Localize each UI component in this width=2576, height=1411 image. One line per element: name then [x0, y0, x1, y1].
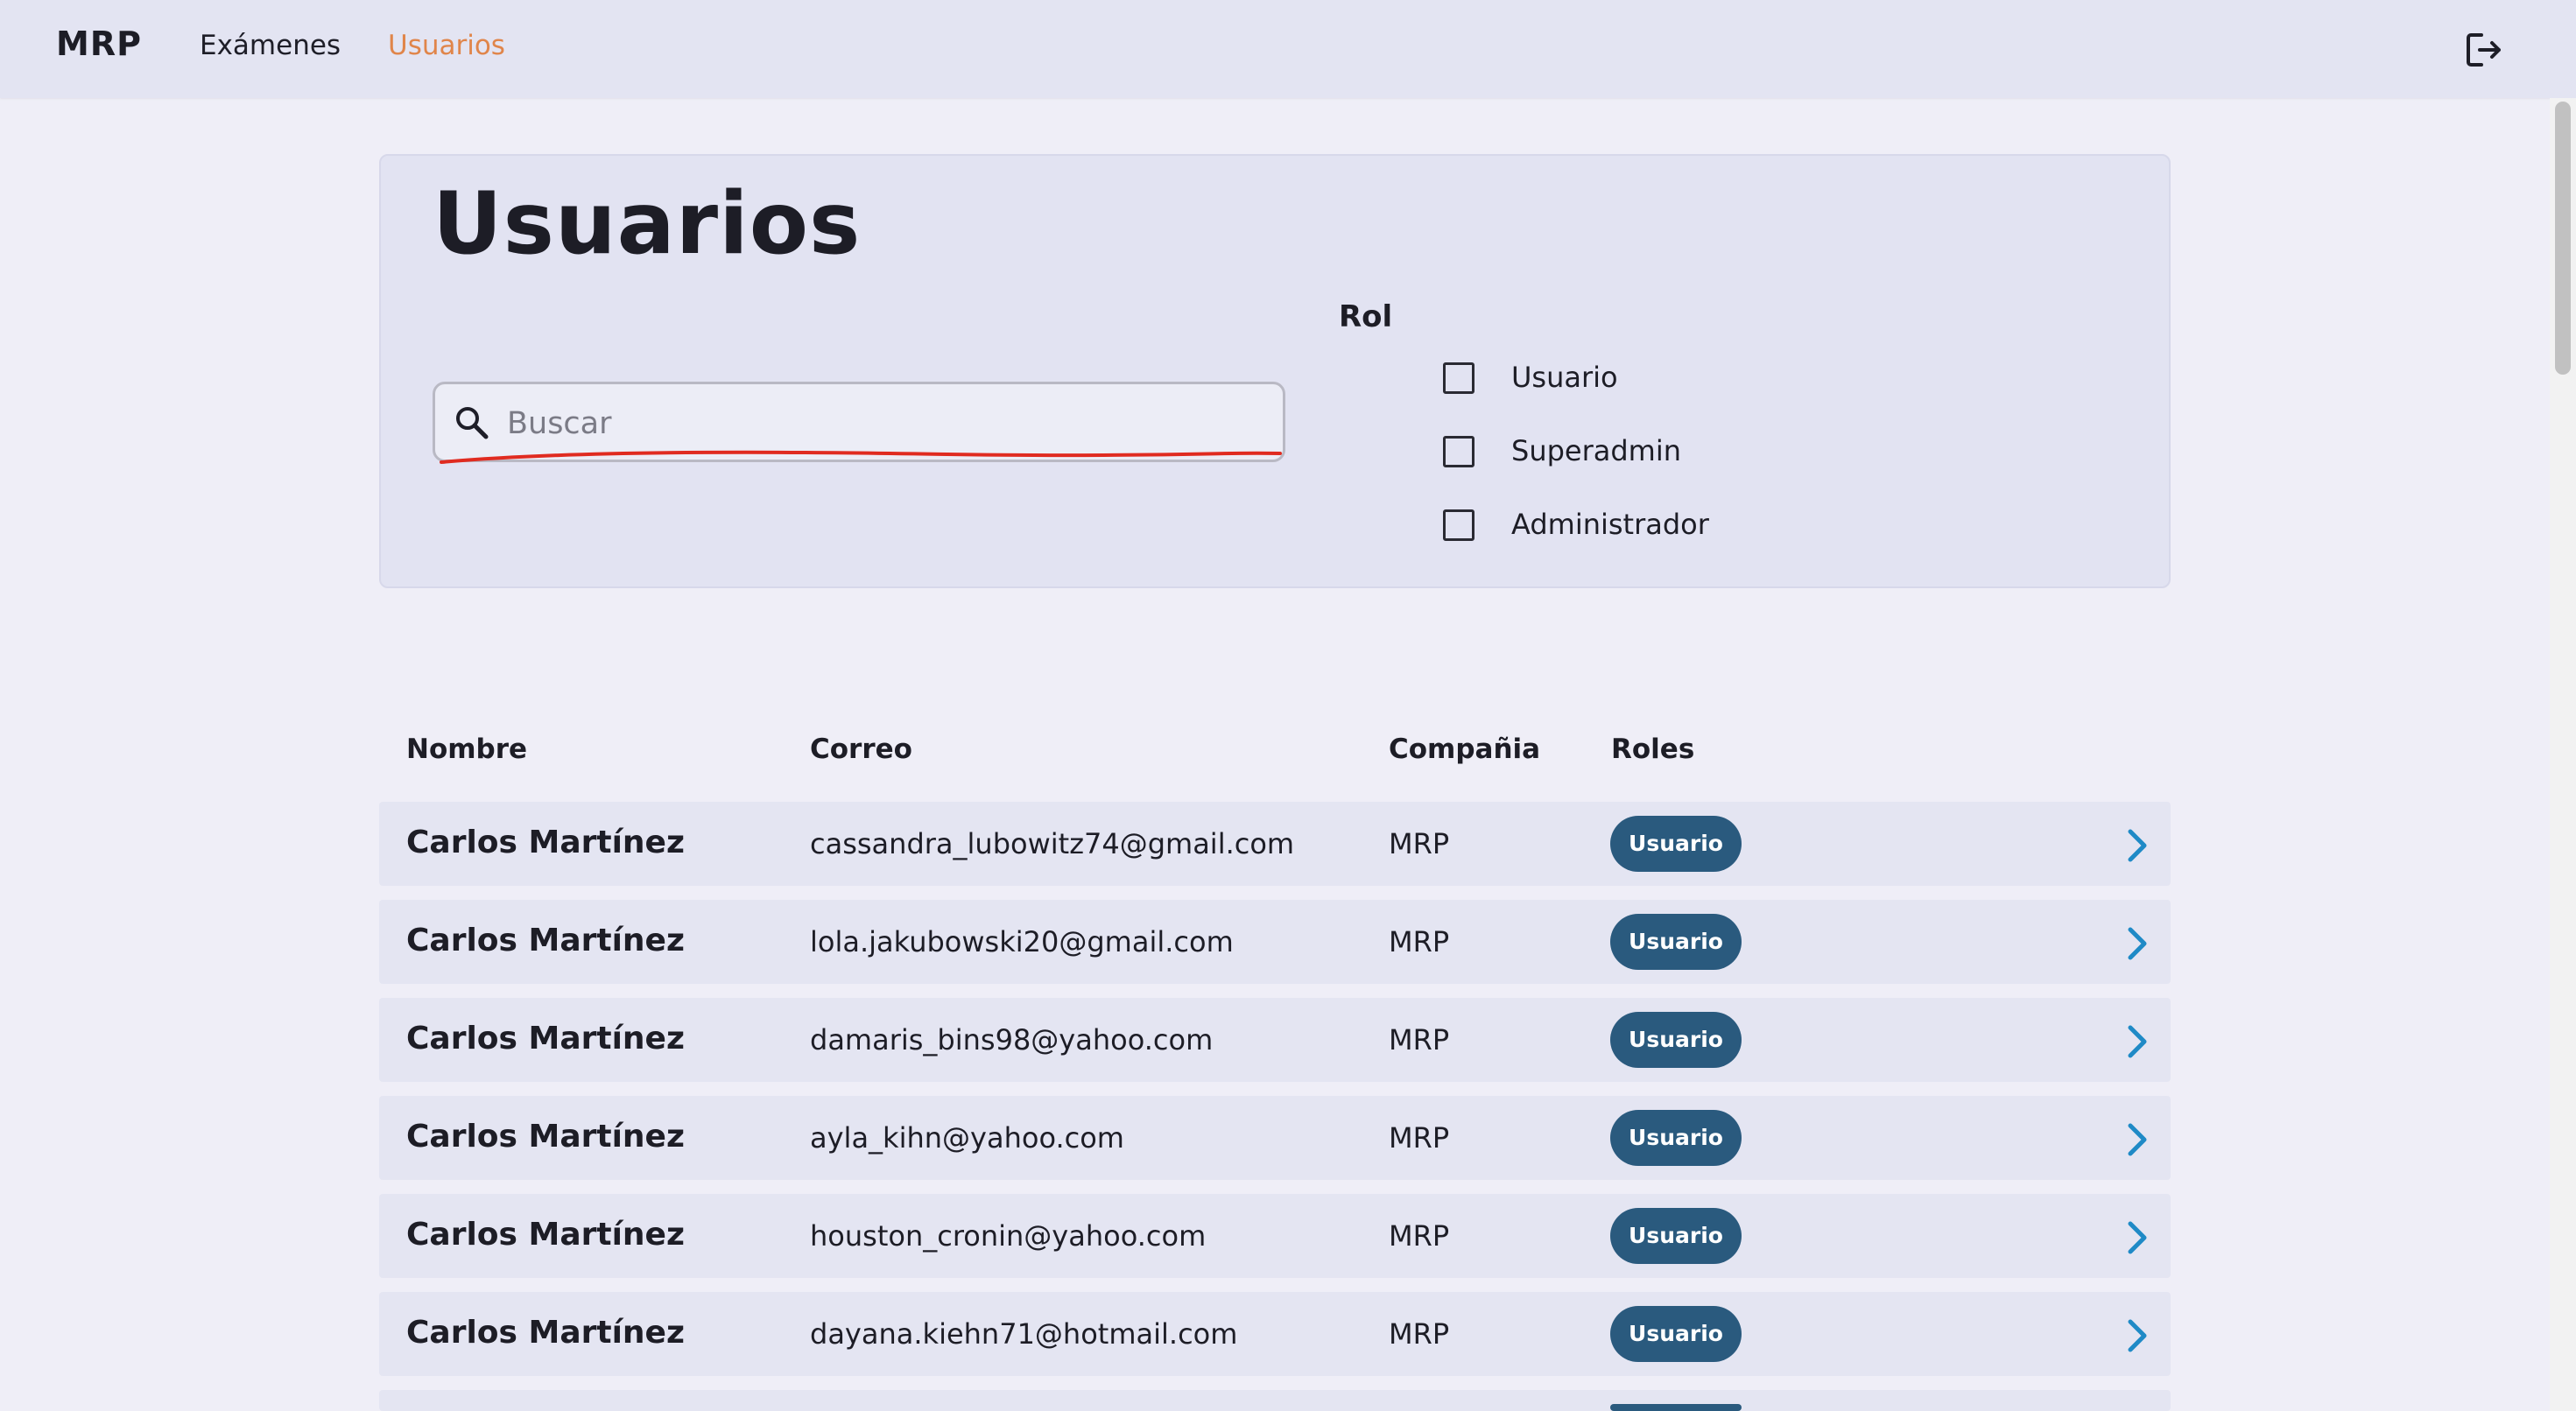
- user-company: MRP: [1389, 1121, 1450, 1155]
- nav-link-usuarios[interactable]: Usuarios: [388, 30, 505, 61]
- administrador-checkbox[interactable]: [1443, 509, 1475, 541]
- user-name: Carlos Martínez: [406, 825, 685, 860]
- nav-link-examenes[interactable]: Exámenes: [200, 30, 341, 61]
- role-badge-partial: [1610, 1404, 1742, 1411]
- logout-icon[interactable]: [2462, 28, 2506, 72]
- table-row[interactable]: Carlos Martínez houston_cronin@yahoo.com…: [379, 1194, 2171, 1278]
- user-name: Carlos Martínez: [406, 1315, 685, 1351]
- search-icon: [456, 407, 489, 439]
- user-company: MRP: [1389, 925, 1450, 958]
- table-row[interactable]: Carlos Martínez cassandra_lubowitz74@gma…: [379, 802, 2171, 886]
- role-badge: Usuario: [1610, 1306, 1742, 1362]
- column-header-correo: Correo: [810, 734, 912, 765]
- user-company: MRP: [1389, 1219, 1450, 1253]
- user-email: lola.jakubowski20@gmail.com: [810, 925, 1234, 958]
- table-row-partial[interactable]: [379, 1390, 2171, 1411]
- page-title: Usuarios: [433, 174, 862, 274]
- chevron-right-icon[interactable]: [2122, 826, 2153, 865]
- red-annotation-underline: [440, 450, 1282, 464]
- brand-logo[interactable]: MRP: [56, 25, 142, 63]
- superadmin-checkbox[interactable]: [1443, 436, 1475, 467]
- role-badge: Usuario: [1610, 914, 1742, 970]
- role-option-label: Superadmin: [1511, 434, 1682, 467]
- column-header-roles: Roles: [1611, 734, 1695, 765]
- role-filter-label: Rol: [1339, 299, 1393, 334]
- column-header-compania: Compañia: [1389, 734, 1541, 765]
- user-name: Carlos Martínez: [406, 1217, 685, 1253]
- chevron-right-icon[interactable]: [2122, 1022, 2153, 1061]
- table-row[interactable]: Carlos Martínez dayana.kiehn71@hotmail.c…: [379, 1292, 2171, 1376]
- usuario-checkbox[interactable]: [1443, 362, 1475, 394]
- role-badge: Usuario: [1610, 816, 1742, 872]
- user-email: damaris_bins98@yahoo.com: [810, 1023, 1214, 1056]
- role-option-label: Administrador: [1511, 508, 1709, 541]
- user-name: Carlos Martínez: [406, 1021, 685, 1056]
- chevron-right-icon[interactable]: [2122, 1120, 2153, 1159]
- chevron-right-icon[interactable]: [2122, 1316, 2153, 1355]
- user-company: MRP: [1389, 1023, 1450, 1056]
- role-badge: Usuario: [1610, 1110, 1742, 1166]
- chevron-right-icon[interactable]: [2122, 1218, 2153, 1257]
- user-email: cassandra_lubowitz74@gmail.com: [810, 827, 1295, 860]
- search-input[interactable]: [505, 398, 1262, 449]
- user-name: Carlos Martínez: [406, 1119, 685, 1155]
- column-header-nombre: Nombre: [406, 734, 528, 765]
- user-email: dayana.kiehn71@hotmail.com: [810, 1317, 1238, 1351]
- table-row[interactable]: Carlos Martínez ayla_kihn@yahoo.com MRP …: [379, 1096, 2171, 1180]
- table-row[interactable]: Carlos Martínez damaris_bins98@yahoo.com…: [379, 998, 2171, 1082]
- user-name: Carlos Martínez: [406, 923, 685, 958]
- role-badge: Usuario: [1610, 1208, 1742, 1264]
- user-company: MRP: [1389, 1317, 1450, 1351]
- role-option-label: Usuario: [1511, 361, 1618, 394]
- user-company: MRP: [1389, 827, 1450, 860]
- top-navbar: MRP Exámenes Usuarios: [0, 0, 2576, 98]
- table-row[interactable]: Carlos Martínez lola.jakubowski20@gmail.…: [379, 900, 2171, 984]
- scrollbar-thumb[interactable]: [2555, 102, 2571, 375]
- role-badge: Usuario: [1610, 1012, 1742, 1068]
- user-email: houston_cronin@yahoo.com: [810, 1219, 1207, 1253]
- user-email: ayla_kihn@yahoo.com: [810, 1121, 1124, 1155]
- chevron-right-icon[interactable]: [2122, 924, 2153, 963]
